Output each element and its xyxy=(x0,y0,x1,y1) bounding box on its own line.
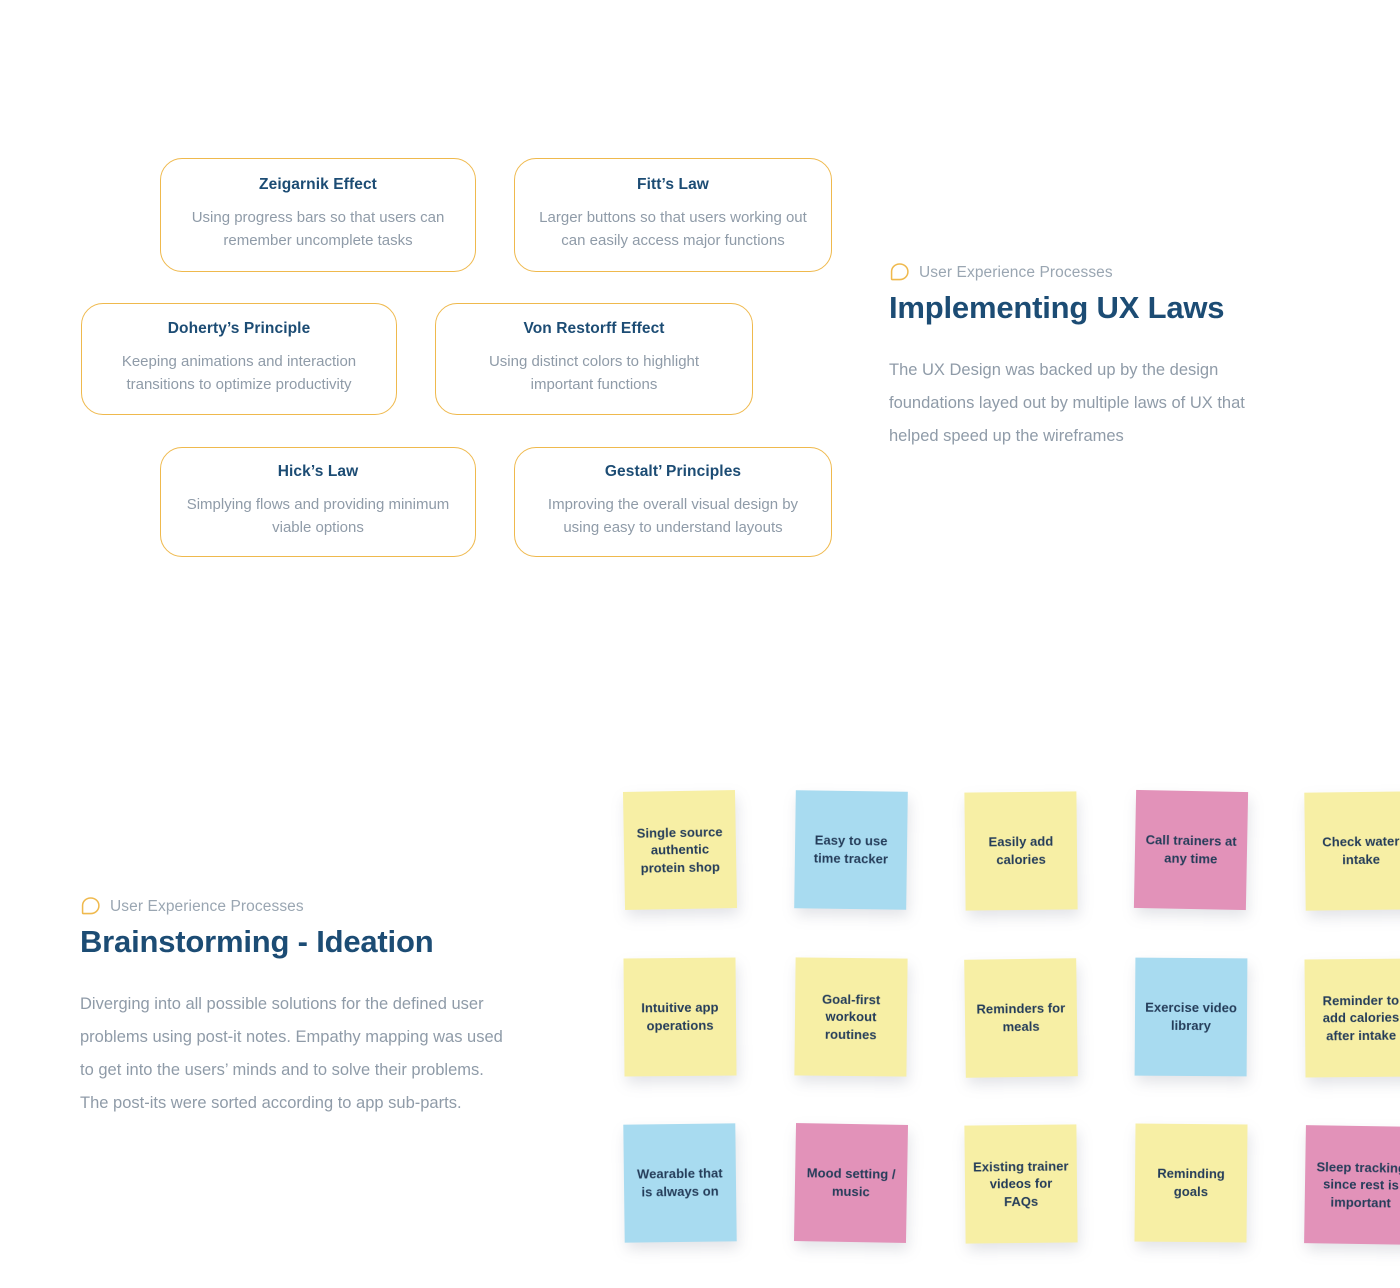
postit-note[interactable]: Easily add calories xyxy=(964,791,1078,911)
postit-note-text: Exercise video library xyxy=(1145,1000,1237,1034)
section-title: Implementing UX Laws xyxy=(889,290,1225,325)
postit-note-text: Wearable that is always on xyxy=(636,1165,723,1200)
ux-law-description: Using progress bars so that users can re… xyxy=(191,208,445,249)
page-root: Zeigarnik Effect Using progress bars so … xyxy=(0,0,1400,1288)
ux-law-title: Fitt’s Law xyxy=(637,175,709,193)
postit-note[interactable]: Goal-first workout routines xyxy=(794,957,908,1077)
postit-note-text: Easily add calories xyxy=(988,834,1054,868)
postit-note-text: Goal-first workout routines xyxy=(821,991,881,1043)
postit-note[interactable]: Single source authentic protein shop xyxy=(622,790,738,910)
section-eyebrow-label: User Experience Processes xyxy=(110,897,304,915)
speech-bubble-icon xyxy=(890,263,909,281)
ux-law-description: Keeping animations and interaction trans… xyxy=(121,352,357,393)
section-eyebrow-label: User Experience Processes xyxy=(919,263,1113,281)
postit-note-text: Call trainers at any time xyxy=(1145,832,1237,867)
ux-law-title: Doherty’s Principle xyxy=(167,319,311,337)
postit-note-text: Easy to use time tracker xyxy=(813,832,889,867)
ux-law-card: Fitt’s Law Larger buttons so that users … xyxy=(514,158,832,272)
postit-note[interactable]: Mood setting / music xyxy=(793,1123,909,1243)
postit-note-text: Mood setting / music xyxy=(806,1165,896,1200)
postit-note-text: Single source authentic protein shop xyxy=(636,823,723,876)
ux-law-title: Gestalt’ Principles xyxy=(604,462,742,480)
postit-note[interactable]: Check water intake xyxy=(1304,791,1400,911)
section-title: Brainstorming - Ideation xyxy=(80,924,434,959)
postit-note-text: Check water intake xyxy=(1322,833,1400,868)
postit-note[interactable]: Easy to use time tracker xyxy=(794,790,908,910)
postit-note[interactable]: Intuitive app operations xyxy=(623,957,737,1077)
postit-note[interactable]: Sleep tracking since rest is important xyxy=(1304,1125,1400,1245)
postit-note[interactable]: Call trainers at any time xyxy=(1133,789,1249,911)
section-eyebrow: User Experience Processes xyxy=(889,262,1289,283)
section-body: Diverging into all possible solutions fo… xyxy=(80,994,503,1112)
postit-note[interactable]: Reminder to add calories after intake xyxy=(1304,958,1400,1078)
postit-note[interactable]: Wearable that is always on xyxy=(623,1123,737,1243)
ux-law-description: Simplying flows and providing minimum vi… xyxy=(186,495,450,536)
postit-note[interactable]: Reminders for meals xyxy=(964,958,1078,1078)
section-body: The UX Design was backed up by the desig… xyxy=(889,360,1245,445)
postit-note-text: Intuitive app operations xyxy=(641,1000,719,1034)
ux-law-description: Using distinct colors to highlight impor… xyxy=(488,352,700,393)
ux-law-title: Hick’s Law xyxy=(277,462,359,480)
ux-law-title: Zeigarnik Effect xyxy=(259,175,377,193)
postit-note[interactable]: Existing trainer videos for FAQs xyxy=(964,1124,1078,1244)
postit-note-text: Sleep tracking since rest is important xyxy=(1316,1158,1400,1211)
ux-law-card: Doherty’s Principle Keeping animations a… xyxy=(81,303,397,415)
section-brainstorming: User Experience Processes Brainstorming … xyxy=(80,896,510,1120)
speech-bubble-icon xyxy=(81,897,100,915)
postit-note-text: Reminders for meals xyxy=(976,1000,1066,1035)
postit-note[interactable]: Reminding goals xyxy=(1134,1123,1248,1243)
postit-note[interactable]: Exercise video library xyxy=(1134,957,1248,1077)
ux-law-card: Von Restorff Effect Using distinct color… xyxy=(435,303,753,415)
ux-law-title: Von Restorff Effect xyxy=(523,319,665,337)
ux-law-description: Improving the overall visual design by u… xyxy=(547,495,799,536)
ux-law-card: Zeigarnik Effect Using progress bars so … xyxy=(160,158,476,272)
ux-law-description: Larger buttons so that users working out… xyxy=(539,208,807,249)
postit-note-text: Reminder to add calories after intake xyxy=(1322,992,1400,1044)
postit-note-text: Reminding goals xyxy=(1157,1166,1225,1200)
postit-note-text: Existing trainer videos for FAQs xyxy=(973,1158,1069,1209)
section-ux-laws: User Experience Processes Implementing U… xyxy=(889,262,1289,453)
section-eyebrow: User Experience Processes xyxy=(80,896,510,917)
ux-law-card: Gestalt’ Principles Improving the overal… xyxy=(514,447,832,557)
ux-law-card: Hick’s Law Simplying flows and providing… xyxy=(160,447,476,557)
